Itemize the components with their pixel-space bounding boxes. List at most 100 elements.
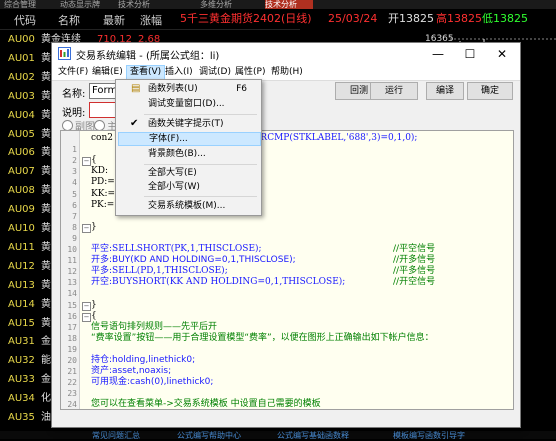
menu-item-all-uppercase[interactable]: 全部大写(E)	[118, 166, 259, 180]
quote-code: AU05	[8, 128, 35, 140]
top-tab[interactable]: 动态显示牌	[60, 0, 112, 9]
line-number: 21	[67, 367, 77, 377]
maximize-button[interactable]: ☐	[454, 43, 486, 65]
quote-code: AU12	[8, 260, 35, 272]
quote-code: AU13	[8, 279, 35, 291]
code-line: }	[91, 300, 97, 311]
menu-item-function-list[interactable]: ▤ 函数列表(U) F6	[118, 82, 259, 96]
quote-name: 能	[41, 355, 51, 367]
quote-code: AU10	[8, 223, 35, 234]
status-link[interactable]: 常见问题汇总	[92, 430, 140, 441]
code-line: 平空:SELLSHORT(PK,1,THISCLOSE); //平空信号	[91, 244, 435, 255]
menu-edit[interactable]: 编辑(E)	[89, 65, 126, 80]
code-text: KD:	[91, 166, 108, 177]
menu-item-all-lowercase[interactable]: 全部小写(W)	[118, 180, 259, 194]
view-dropdown-menu: ▤ 函数列表(U) F6 调试变量窗口(D)... ✔ 函数关键字提示(T) 字…	[115, 79, 262, 216]
menu-file[interactable]: 文件(F)	[55, 65, 91, 80]
menu-item-background-color[interactable]: 背景颜色(B)...	[118, 147, 259, 161]
code-line: 平多:SELL(PD,1,THISCLOSE); //平多信号	[91, 266, 435, 277]
name-input[interactable]: Formul	[89, 83, 117, 99]
fold-toggle-icon[interactable]: −	[82, 301, 91, 311]
name-label: 名称:	[62, 89, 86, 100]
status-link[interactable]: 公式编写基础函数释	[277, 430, 349, 441]
column-header-name[interactable]: 名称	[58, 12, 80, 28]
menu-item-keyword-hint[interactable]: ✔ 函数关键字提示(T)	[118, 117, 259, 131]
line-number: 15	[67, 300, 77, 310]
code-line: KK:=	[91, 189, 115, 200]
quote-name: 金	[41, 374, 51, 386]
menu-help[interactable]: 帮助(H)	[268, 65, 306, 80]
top-tab[interactable]: 综合管理	[4, 0, 50, 9]
quote-code: AU07	[8, 166, 35, 178]
menu-debug[interactable]: 调试(D)	[196, 65, 234, 80]
code-text: KK:=	[91, 188, 116, 199]
top-tab[interactable]: 技术分析	[118, 0, 162, 9]
code-comment: //平空信号	[393, 244, 436, 254]
minimize-button[interactable]: —	[422, 43, 454, 65]
status-link[interactable]: 模板编写函数引导字	[393, 430, 465, 441]
line-number: 14	[67, 289, 77, 299]
ticker-date: 25/03/24	[328, 12, 378, 25]
code-text: “费率设置”按钮——用于合理设置模型“费率”，以便在图形上正确输出如下帐户信息：	[91, 332, 434, 343]
quote-code: AU32	[8, 355, 35, 367]
quote-code: AU01	[8, 52, 35, 64]
description-label: 说明:	[62, 108, 86, 119]
description-input[interactable]	[89, 102, 117, 118]
menu-separator	[144, 196, 257, 197]
code-text: con2	[91, 133, 113, 143]
quote-code: AU14	[8, 298, 35, 310]
quote-code: AU15	[8, 317, 35, 329]
code-comment: //开多信号	[393, 255, 436, 266]
fold-toggle-icon[interactable]: −	[82, 223, 91, 233]
quote-code: AU06	[8, 147, 35, 159]
top-tab-bar: 综合管理 动态显示牌 技术分析 多维分析 技术分析	[0, 0, 556, 9]
quote-code: AU08	[8, 185, 35, 197]
quote-code: AU33	[8, 374, 35, 386]
code-text: }	[91, 299, 97, 310]
menu-insert[interactable]: 插入(I)	[162, 65, 196, 80]
menu-item-debug-variable-window[interactable]: 调试变量窗口(D)...	[118, 97, 259, 111]
line-number: 4	[72, 178, 77, 188]
ok-button[interactable]: 确定	[467, 82, 513, 100]
menu-view[interactable]: 查看(V)	[126, 65, 166, 80]
code-line: “费率设置”按钮——用于合理设置模型“费率”，以便在图形上正确输出如下帐户信息：	[91, 333, 434, 344]
menu-separator	[144, 114, 257, 115]
code-text: 持仓:holding,linethick0;	[91, 355, 196, 365]
run-button[interactable]: 运行	[370, 82, 418, 100]
code-text: }	[91, 221, 97, 232]
menu-properties[interactable]: 属性(P)	[232, 65, 268, 80]
top-tab[interactable]: 多维分析	[200, 0, 256, 9]
line-number: 6	[72, 200, 77, 210]
column-header-change[interactable]: 涨幅	[140, 12, 162, 28]
code-line: KD:	[91, 166, 108, 177]
line-number: 5	[72, 189, 77, 199]
fold-toggle-icon[interactable]: −	[82, 312, 91, 322]
status-link[interactable]: 公式编写帮助中心	[177, 430, 241, 441]
quote-code: AU09	[8, 204, 35, 216]
code-text: {	[91, 310, 97, 321]
compile-button[interactable]: 编译	[426, 82, 464, 100]
quote-name: 化	[41, 393, 51, 405]
close-button[interactable]: ✕	[486, 43, 518, 65]
column-header-latest[interactable]: 最新	[103, 12, 125, 28]
code-text: {	[91, 155, 97, 166]
line-number: 18	[67, 333, 77, 343]
fold-toggle-icon[interactable]: −	[82, 157, 91, 167]
column-header-code[interactable]: 代码	[14, 12, 36, 28]
line-number: 17	[67, 322, 77, 332]
code-text: 开多:BUY(KD AND HOLDING=0,1,THISCLOSE);	[91, 255, 296, 266]
ticker-low: 低13825	[482, 12, 528, 25]
code-text: 平空:SELLSHORT(PK,1,THISCLOSE);	[91, 244, 262, 254]
quote-code: AU35	[8, 412, 35, 423]
top-tab-active[interactable]: 技术分析	[265, 0, 313, 9]
menu-item-font[interactable]: 字体(F)...	[118, 132, 261, 146]
code-line: PK:=	[91, 200, 114, 211]
quote-code: AU04	[8, 109, 35, 121]
code-line: 资产:asset,noaxis;	[91, 366, 171, 377]
dialog-title: 交易系统编辑 - (所属公式组：li)	[76, 51, 220, 62]
line-number: 8	[72, 222, 77, 232]
quote-code: AU11	[8, 241, 35, 253]
ticker-high: 高13825	[436, 12, 482, 25]
app-icon	[58, 47, 71, 60]
menu-item-trading-system-template[interactable]: 交易系统模板(M)...	[118, 199, 259, 213]
